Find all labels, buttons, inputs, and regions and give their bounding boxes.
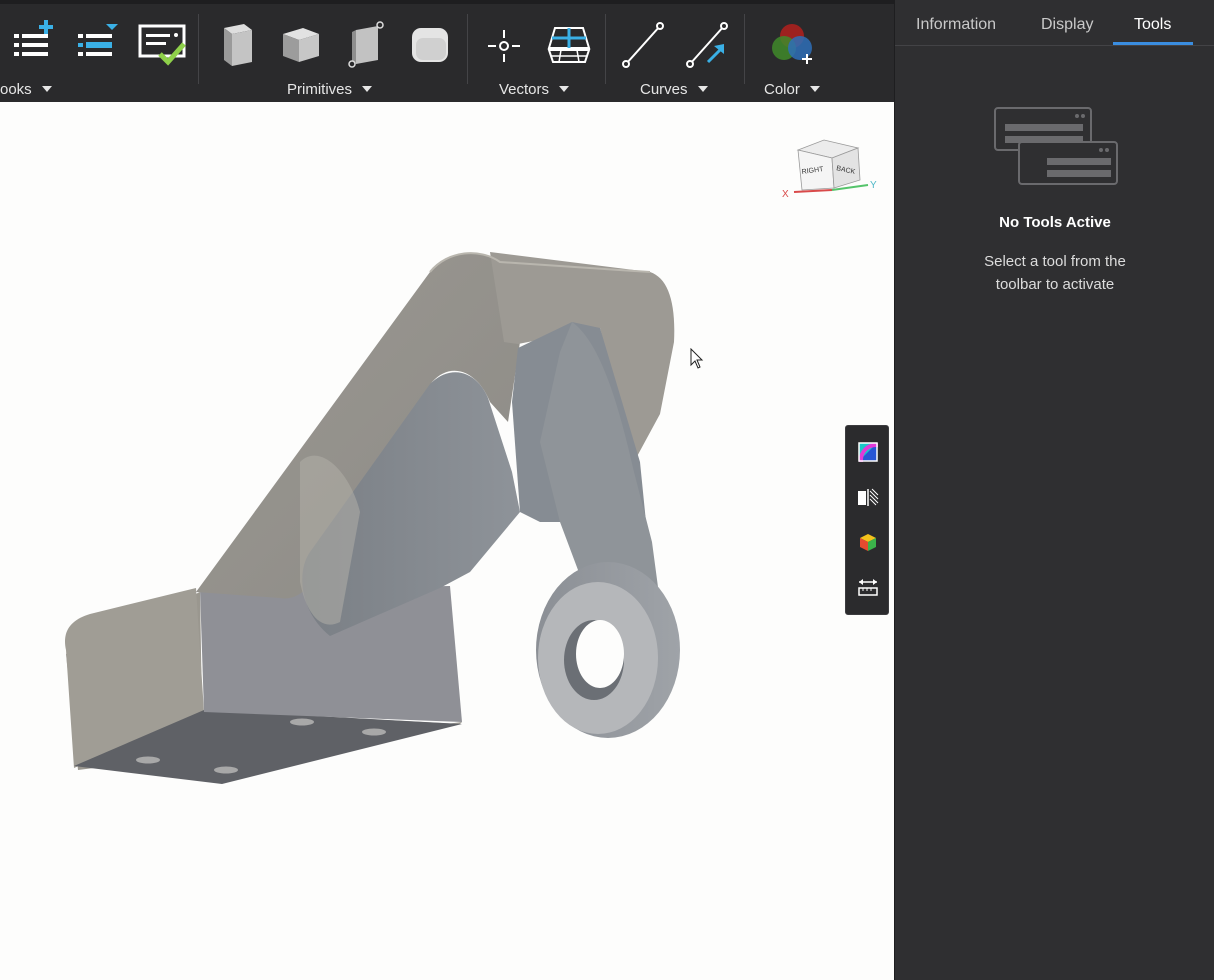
vector-curve-button[interactable] xyxy=(678,16,734,72)
3d-viewport[interactable]: RIGHT BACK X Y xyxy=(0,102,894,980)
view-tools-palette xyxy=(845,425,889,615)
section-view-button[interactable] xyxy=(854,483,882,511)
appearance-button[interactable] xyxy=(854,528,882,556)
toolbar-group-color[interactable]: Color xyxy=(764,78,820,100)
slab-with-points-icon xyxy=(348,21,384,68)
no-tools-icon xyxy=(994,107,1118,185)
line-curve-button[interactable] xyxy=(614,16,670,72)
plane-vector-button[interactable] xyxy=(541,16,597,72)
color-circles-icon xyxy=(772,24,812,64)
ruler-measure-icon xyxy=(858,579,878,596)
panel-tabs: Information Display Tools xyxy=(895,4,1214,46)
rounded-box-primitive-button[interactable] xyxy=(402,16,458,72)
line-arrow-icon xyxy=(686,22,728,68)
rounded-cube-icon xyxy=(412,28,448,62)
cad-part-model[interactable] xyxy=(0,102,894,980)
crosshair-point-icon xyxy=(488,30,520,62)
line-segment-icon xyxy=(622,22,664,68)
add-list-icon xyxy=(14,20,53,56)
empty-state-message: Select a tool from the toolbar to activa… xyxy=(984,253,1126,293)
main-toolbar: ooks Primitives Vectors Curves Color xyxy=(0,0,894,102)
toolbar-group-label: Color xyxy=(764,80,800,98)
right-side-panel: Information Display Tools No Tools Activ… xyxy=(894,0,1214,980)
view-cube[interactable]: RIGHT BACK X Y xyxy=(776,136,886,206)
axis-y-label: Y xyxy=(870,180,877,191)
chevron-down-icon xyxy=(41,86,52,92)
grid-plane-icon xyxy=(547,27,591,63)
update-bookmark-button[interactable] xyxy=(68,16,124,72)
plane-primitive-button[interactable] xyxy=(338,16,394,72)
toolbar-separator xyxy=(198,14,199,84)
box-primitive-button[interactable] xyxy=(208,16,264,72)
chevron-down-icon xyxy=(362,86,373,92)
chevron-down-icon xyxy=(559,86,570,92)
toolbar-group-vectors[interactable]: Vectors xyxy=(499,78,570,100)
tab-display[interactable]: Display xyxy=(1041,16,1093,34)
color-button[interactable] xyxy=(764,16,820,72)
mouse-cursor-icon xyxy=(690,348,704,369)
active-tab-indicator xyxy=(1113,42,1193,45)
cube-icon xyxy=(283,28,319,62)
toolbar-separator xyxy=(605,14,606,84)
measure-button[interactable] xyxy=(854,573,882,601)
add-bookmark-button[interactable] xyxy=(4,16,60,72)
toolbar-group-label: Curves xyxy=(640,80,688,98)
tall-box-icon xyxy=(224,24,252,66)
verify-bookmark-button[interactable] xyxy=(134,16,190,72)
toolbar-group-curves[interactable]: Curves xyxy=(640,78,708,100)
empty-state-title: No Tools Active xyxy=(999,214,1111,231)
section-plane-icon xyxy=(858,488,879,506)
toolbar-separator xyxy=(744,14,745,84)
chevron-down-icon xyxy=(697,86,708,92)
cube-primitive-button[interactable] xyxy=(273,16,329,72)
toolbar-group-bookmarks[interactable]: ooks xyxy=(0,78,52,100)
chevron-down-icon xyxy=(809,86,820,92)
colored-cube-icon xyxy=(860,534,876,551)
toolbar-group-label: ooks xyxy=(0,80,32,98)
checklist-icon xyxy=(138,24,186,66)
tab-tools[interactable]: Tools xyxy=(1134,16,1171,34)
app-window: ooks Primitives Vectors Curves Color RIG… xyxy=(0,0,1214,980)
point-vector-button[interactable] xyxy=(476,16,532,72)
toolbar-group-label: Primitives xyxy=(287,80,353,98)
list-update-icon xyxy=(78,24,118,56)
color-gradient-icon xyxy=(858,442,878,462)
color-map-button[interactable] xyxy=(854,438,882,466)
tab-information[interactable]: Information xyxy=(916,16,996,34)
toolbar-group-label: Vectors xyxy=(499,80,550,98)
toolbar-group-primitives[interactable]: Primitives xyxy=(287,78,373,100)
axis-x-label: X xyxy=(782,189,789,200)
toolbar-separator xyxy=(467,14,468,84)
